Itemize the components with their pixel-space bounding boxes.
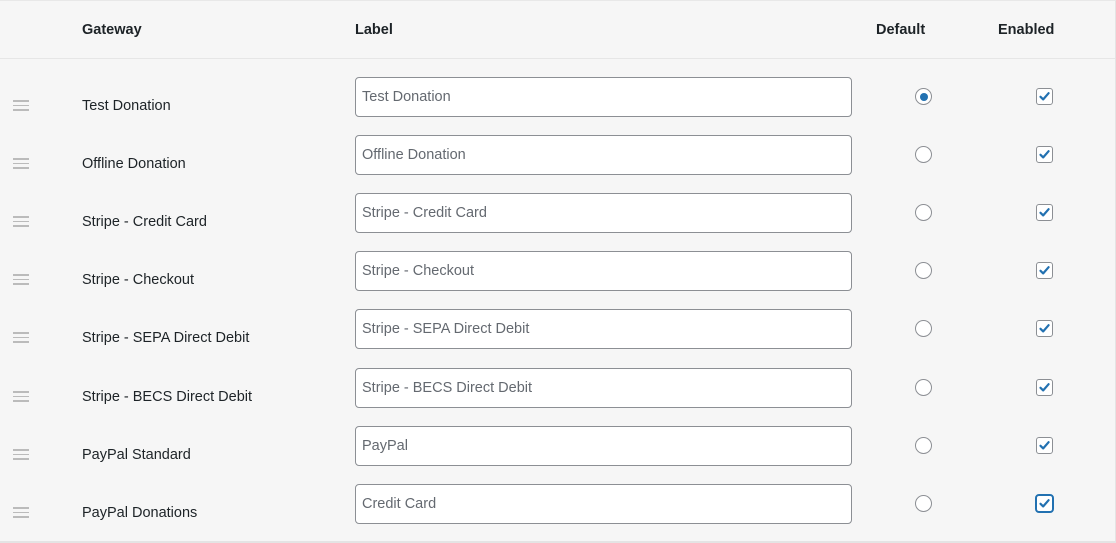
gateway-name: Stripe - SEPA Direct Debit (82, 330, 250, 346)
drag-handle-icon[interactable] (13, 100, 29, 111)
checkmark-icon (1039, 441, 1050, 450)
gateway-label-input[interactable] (355, 426, 852, 466)
checkmark-icon (1039, 208, 1050, 217)
gateway-label-input[interactable] (355, 193, 852, 233)
enabled-checkbox[interactable] (1036, 146, 1053, 163)
drag-handle-icon[interactable] (13, 391, 29, 402)
drag-handle-icon[interactable] (13, 332, 29, 343)
gateway-label-input[interactable] (355, 368, 852, 408)
table-row: Offline Donation (0, 135, 1115, 193)
default-radio[interactable] (915, 379, 932, 396)
drag-handle-icon[interactable] (13, 216, 29, 227)
column-header-gateway: Gateway (82, 22, 142, 38)
enabled-checkbox[interactable] (1036, 204, 1053, 221)
default-radio[interactable] (915, 495, 932, 512)
table-header: Gateway Label Default Enabled (0, 1, 1115, 59)
gateway-name: Stripe - Checkout (82, 272, 195, 288)
enabled-checkbox[interactable] (1036, 320, 1053, 337)
gateway-name: Offline Donation (82, 156, 186, 172)
column-header-label: Label (355, 22, 393, 38)
enabled-checkbox[interactable] (1036, 437, 1053, 454)
default-radio[interactable] (915, 204, 932, 221)
gateway-name: Stripe - BECS Direct Debit (82, 389, 253, 405)
drag-handle-icon[interactable] (13, 449, 29, 460)
gateway-label-input[interactable] (355, 309, 852, 349)
checkmark-icon (1039, 499, 1050, 508)
table-row: PayPal Standard (0, 426, 1115, 484)
default-radio[interactable] (915, 437, 932, 454)
enabled-checkbox[interactable] (1036, 262, 1053, 279)
checkmark-icon (1039, 150, 1050, 159)
column-header-default: Default (876, 22, 926, 38)
column-header-enabled: Enabled (998, 22, 1055, 38)
drag-handle-icon[interactable] (13, 274, 29, 285)
payment-gateways-table: Gateway Label Default Enabled Test Donat… (0, 0, 1116, 543)
table-row: Stripe - SEPA Direct Debit (0, 309, 1115, 367)
checkmark-icon (1039, 266, 1050, 275)
table-row: Test Donation (0, 77, 1115, 135)
enabled-checkbox[interactable] (1035, 494, 1054, 513)
gateway-label-input[interactable] (355, 484, 852, 524)
gateway-name: PayPal Donations (82, 505, 198, 521)
checkmark-icon (1039, 324, 1050, 333)
table-row: PayPal Donations (0, 484, 1115, 542)
table-row: Stripe - Checkout (0, 251, 1115, 309)
table-row: Stripe - BECS Direct Debit (0, 368, 1115, 426)
drag-handle-icon[interactable] (13, 158, 29, 169)
gateway-name: Test Donation (82, 98, 171, 114)
default-radio[interactable] (915, 320, 932, 337)
gateway-label-input[interactable] (355, 251, 852, 291)
enabled-checkbox[interactable] (1036, 379, 1053, 396)
gateway-label-input[interactable] (355, 135, 852, 175)
gateway-name: Stripe - Credit Card (82, 214, 207, 230)
gateway-label-input[interactable] (355, 77, 852, 117)
table-row: Stripe - Credit Card (0, 193, 1115, 251)
checkmark-icon (1039, 383, 1050, 392)
gateway-name: PayPal Standard (82, 447, 191, 463)
checkmark-icon (1039, 92, 1050, 101)
default-radio[interactable] (915, 262, 932, 279)
enabled-checkbox[interactable] (1036, 88, 1053, 105)
drag-handle-icon[interactable] (13, 507, 29, 518)
default-radio[interactable] (915, 146, 932, 163)
default-radio[interactable] (915, 88, 932, 105)
